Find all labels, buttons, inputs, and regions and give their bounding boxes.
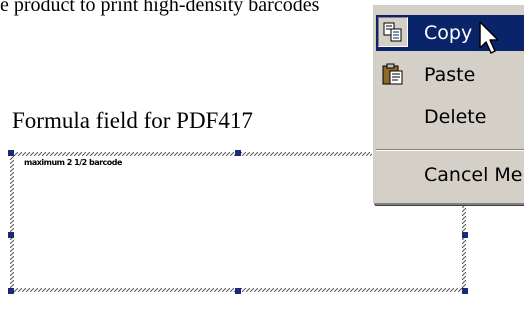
field-label: Formula field for PDF417 [12,108,253,133]
top-cut-text: e product to print high-density barcodes [0,0,320,16]
resize-handle-right[interactable] [462,232,468,238]
menu-item-label: Delete [424,106,487,128]
menu-separator [376,149,524,151]
resize-handle-top-left[interactable] [8,150,14,156]
menu-item-cancel[interactable]: Cancel Menu [376,157,524,193]
resize-handle-bottom[interactable] [235,288,241,294]
menu-item-delete[interactable]: Delete [376,99,524,135]
resize-handle-bottom-right[interactable] [462,288,468,294]
barcode-placeholder-text: maximum 2 1/2 barcode [24,158,122,167]
menu-item-label: Cancel Menu [424,164,524,186]
resize-handle-bottom-left[interactable] [8,288,14,294]
menu-item-label: Paste [424,64,476,86]
resize-handle-top[interactable] [235,150,241,156]
paste-icon [378,59,408,89]
resize-handle-left[interactable] [8,232,14,238]
menu-item-label: Copy [424,22,473,44]
copy-icon [378,17,408,47]
mouse-cursor-icon [479,21,499,54]
menu-item-paste[interactable]: Paste [376,57,524,93]
